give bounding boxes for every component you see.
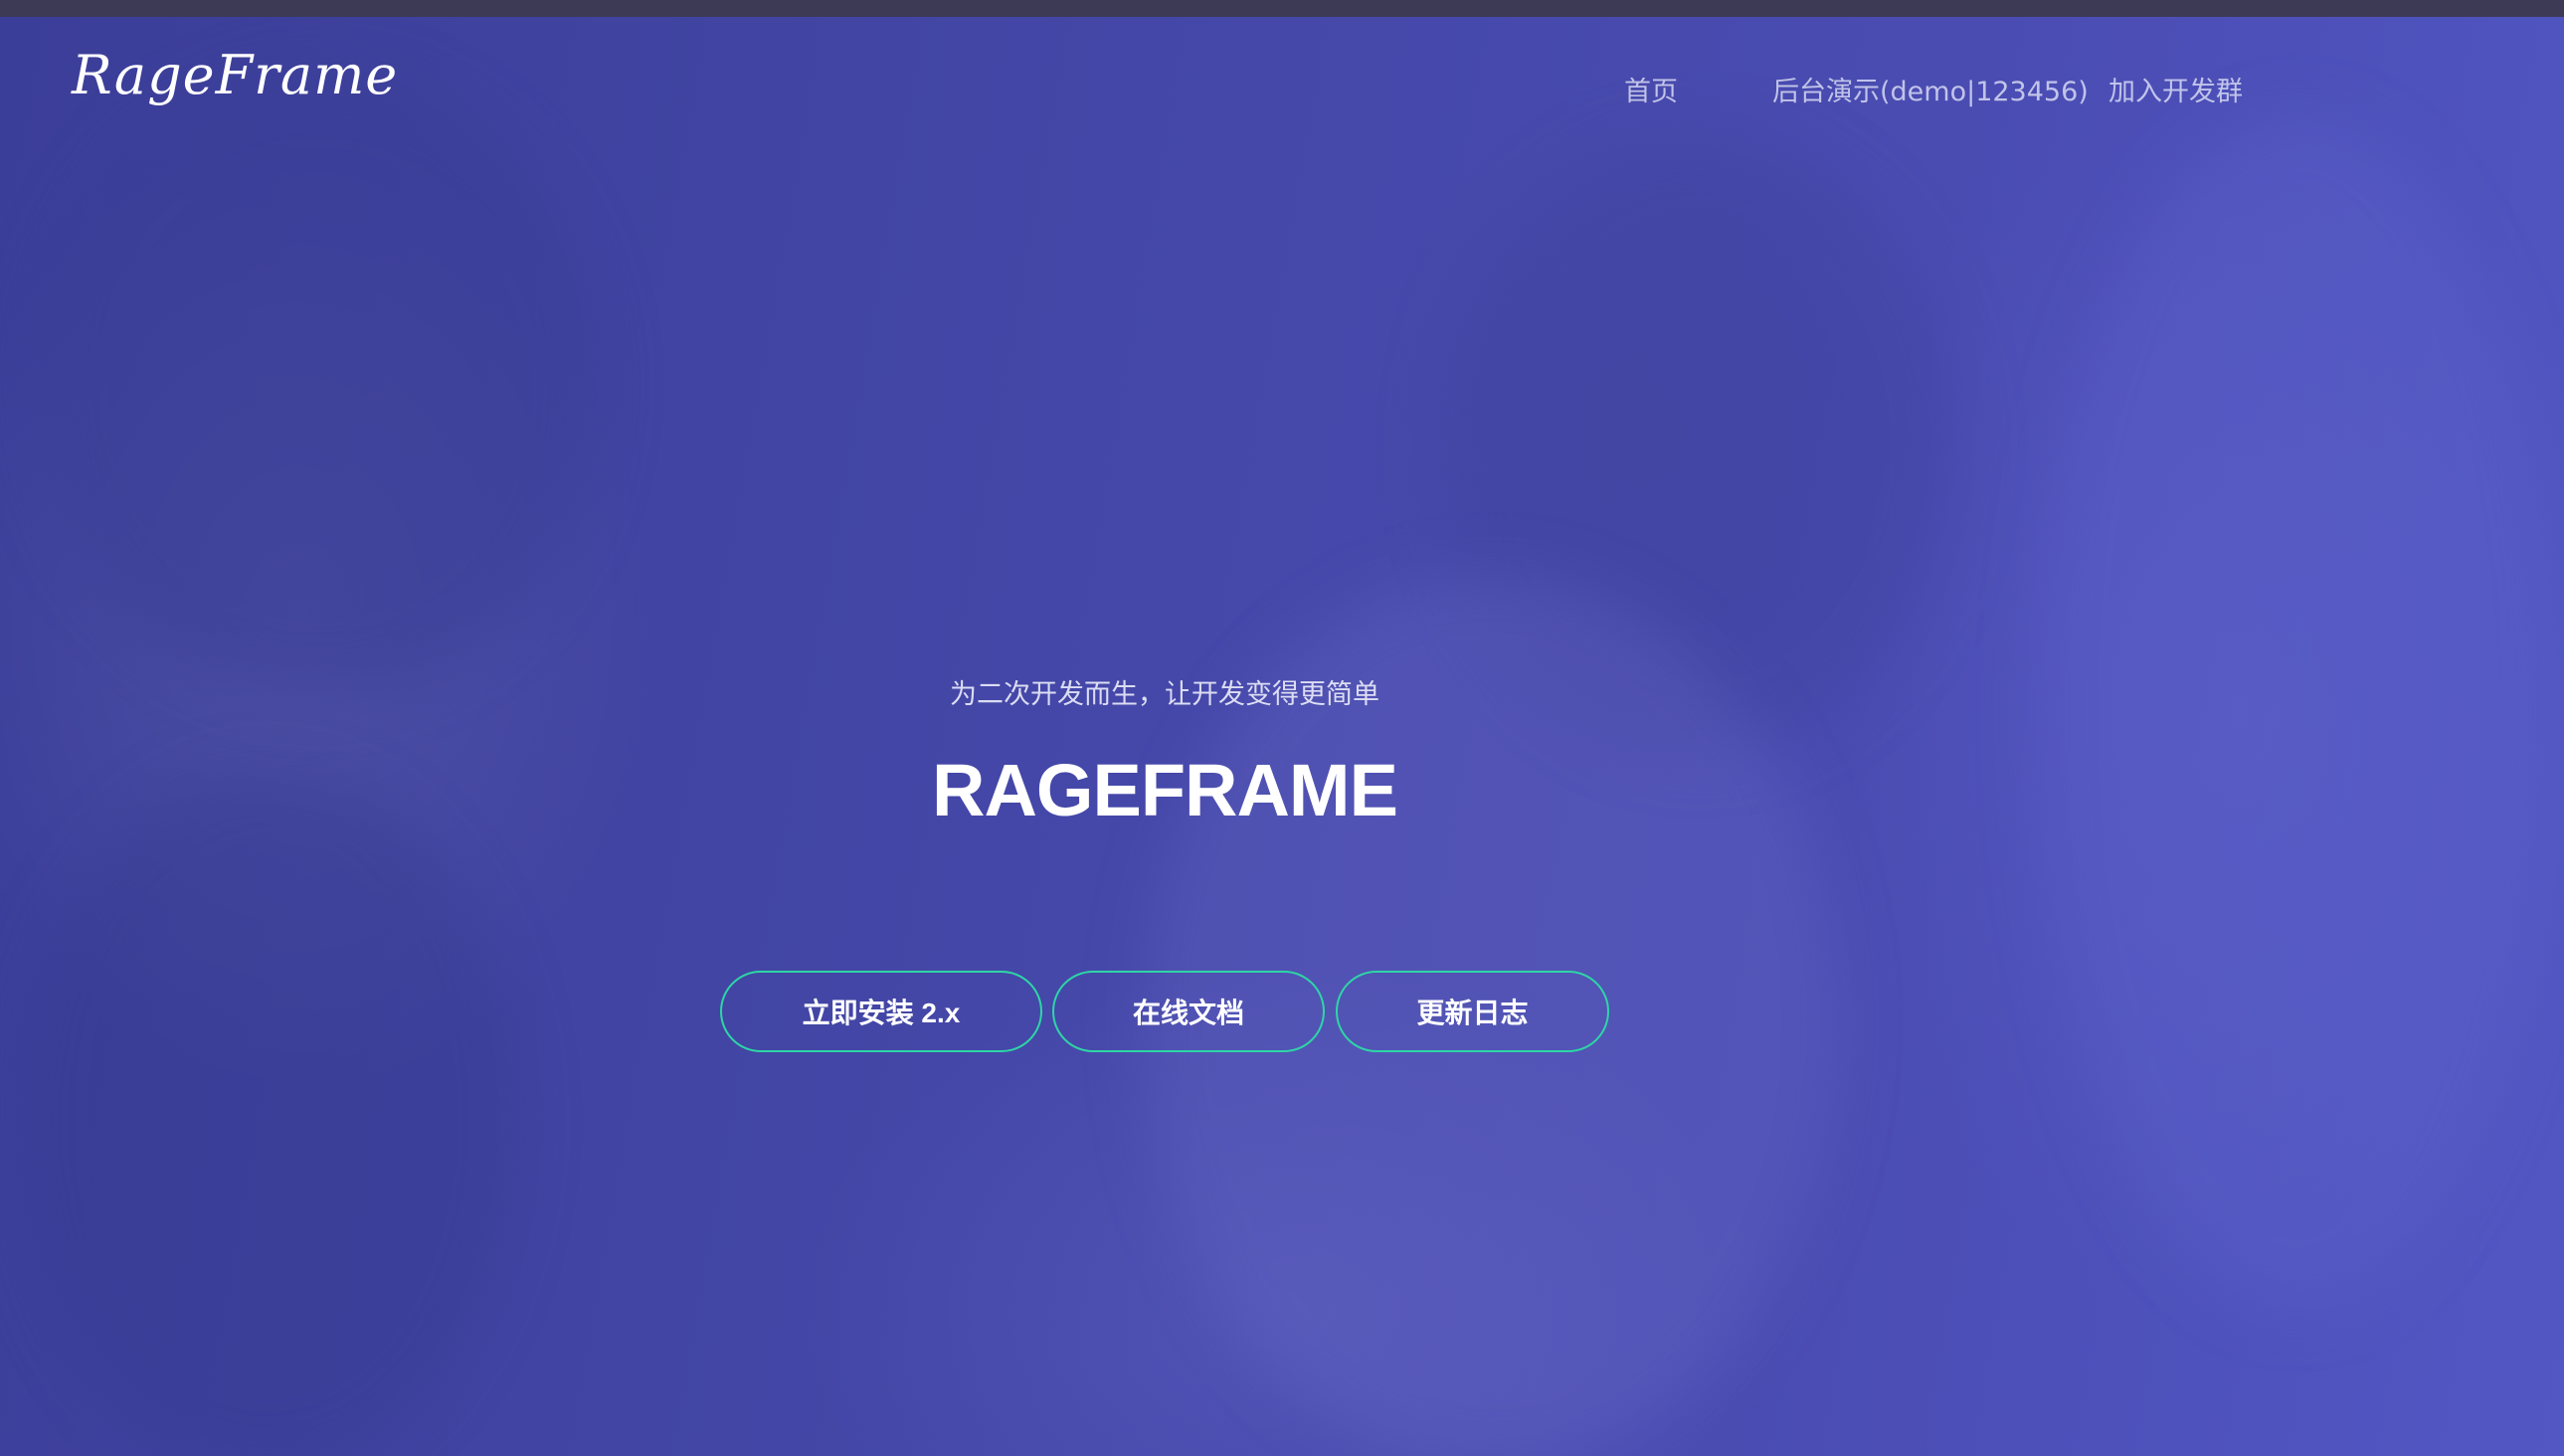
changelog-button[interactable]: 更新日志 bbox=[1336, 971, 1609, 1052]
background-photo-shape bbox=[20, 773, 517, 1456]
nav-link-join-dev-group[interactable]: 加入开发群 bbox=[2108, 70, 2243, 108]
hero-title: RAGEFRAME bbox=[932, 749, 1398, 831]
install-button[interactable]: 立即安装 2.x bbox=[720, 971, 1042, 1052]
background-photo-shape bbox=[2039, 116, 2556, 1310]
nav-link-admin-demo[interactable]: 后台演示(demo|123456) bbox=[1772, 70, 2089, 108]
window-top-bar bbox=[0, 0, 2564, 17]
hero-tagline: 为二次开发而生，让开发变得更简单 bbox=[950, 679, 1379, 710]
hero-background bbox=[0, 17, 2564, 1456]
background-photo-shape bbox=[40, 77, 597, 693]
site-logo[interactable]: RageFrame bbox=[72, 44, 398, 106]
nav-link-home[interactable]: 首页 bbox=[1624, 70, 1678, 108]
online-docs-button[interactable]: 在线文档 bbox=[1052, 971, 1325, 1052]
